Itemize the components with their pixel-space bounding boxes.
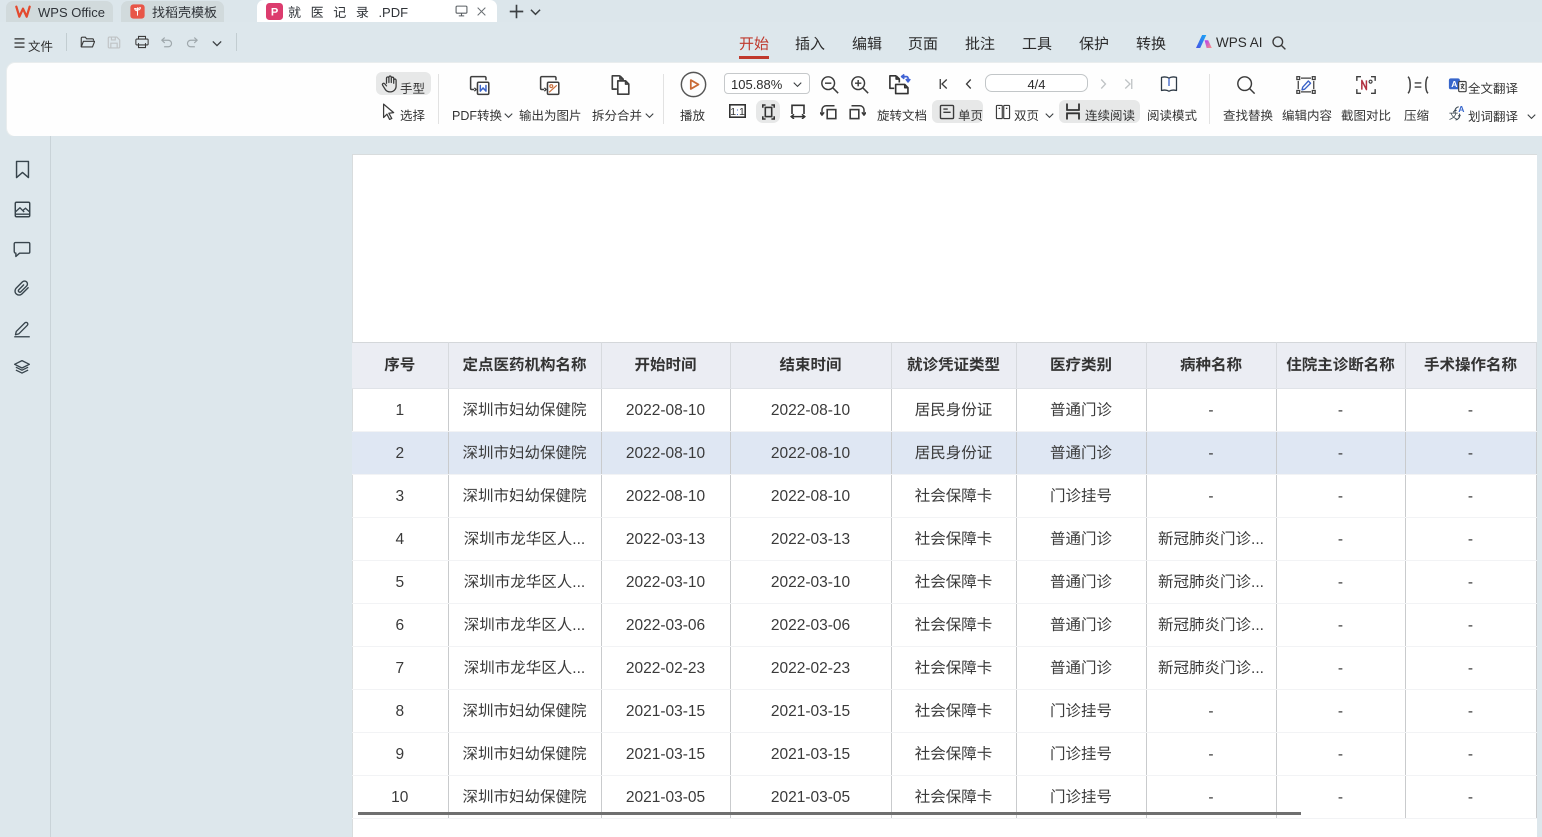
- svg-text:A: A: [1451, 79, 1457, 89]
- svg-text:A: A: [1458, 104, 1464, 114]
- svg-text:1:1: 1:1: [730, 106, 745, 118]
- svg-text:P: P: [271, 6, 278, 18]
